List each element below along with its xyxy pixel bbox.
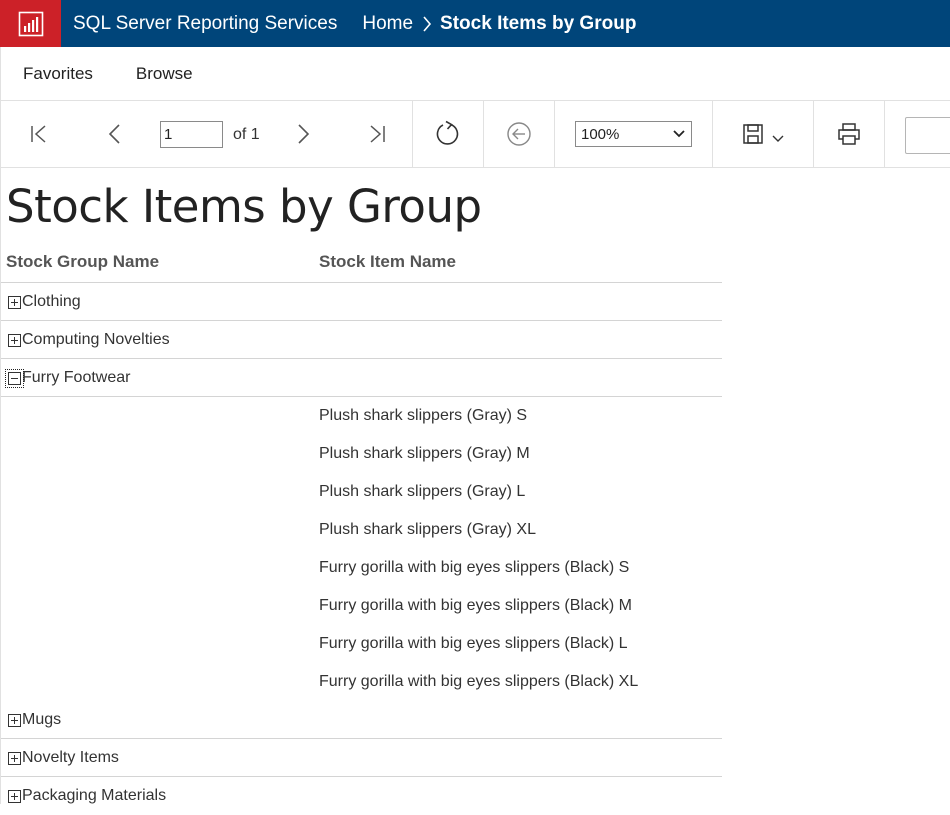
group-cell: Packaging Materials (8, 777, 166, 815)
list-item: Plush shark slippers (Gray) M (319, 445, 530, 462)
refresh-icon (436, 120, 459, 145)
breadcrumb-current: Stock Items by Group (440, 12, 637, 34)
report-title: Stock Items by Group (6, 180, 482, 233)
back-to-parent-button[interactable] (503, 101, 535, 167)
nav-favorites[interactable]: Favorites (23, 64, 93, 84)
breadcrumb: Home Stock Items by Group (362, 13, 636, 35)
find-text-input[interactable] (905, 117, 950, 154)
table-row: Computing Novelties (1, 321, 722, 359)
group-cell: Computing Novelties (8, 321, 170, 359)
next-page-button[interactable] (287, 101, 319, 167)
list-item: Furry gorilla with big eyes slippers (Bl… (319, 597, 632, 614)
zoom-select[interactable]: 100% (575, 121, 692, 147)
table-row: Novelty Items (1, 739, 722, 777)
first-page-button[interactable] (23, 101, 55, 167)
list-item: Furry gorilla with big eyes slippers (Bl… (319, 635, 628, 652)
group-name: Packaging Materials (22, 787, 167, 804)
chevron-right-icon (298, 124, 310, 144)
chevron-left-icon (108, 124, 120, 144)
list-item: Plush shark slippers (Gray) L (319, 483, 526, 500)
toolbar-divider (813, 101, 814, 167)
table-row: Furry Footwear (1, 359, 722, 397)
breadcrumb-home-link[interactable]: Home (362, 13, 413, 35)
toolbar-divider (884, 101, 885, 167)
toolbar-divider (554, 101, 555, 167)
last-page-button[interactable] (361, 101, 393, 167)
toolbar-divider (412, 101, 413, 167)
chevron-right-icon (422, 14, 432, 34)
print-icon (838, 123, 860, 145)
toolbar-divider (483, 101, 484, 167)
expand-icon[interactable] (8, 751, 21, 765)
expand-icon[interactable] (8, 333, 21, 347)
export-button[interactable] (736, 101, 790, 167)
group-cell: Novelty Items (8, 739, 119, 777)
header-row (1, 245, 722, 283)
list-item: Furry gorilla with big eyes slippers (Bl… (319, 673, 639, 690)
first-page-icon (31, 125, 46, 143)
chevron-down-icon (673, 130, 685, 138)
expand-icon[interactable] (8, 789, 21, 803)
table-row: Clothing (1, 283, 722, 321)
chevron-down-icon (772, 135, 784, 142)
list-item: Furry gorilla with big eyes slippers (Bl… (319, 559, 630, 576)
group-name: Mugs (22, 711, 62, 728)
refresh-button[interactable] (431, 101, 465, 167)
last-page-icon (370, 125, 385, 143)
zoom-value: 100% (581, 125, 620, 143)
report-body: Stock Items by Group Stock Group Name St… (0, 168, 950, 804)
list-item: Plush shark slippers (Gray) S (319, 407, 528, 424)
page-number-input[interactable] (160, 121, 223, 148)
nav-browse[interactable]: Browse (136, 64, 193, 84)
group-cell: Mugs (8, 701, 61, 739)
table-row: Mugs (1, 701, 722, 739)
toolbar-divider (712, 101, 713, 167)
group-name: Clothing (22, 293, 81, 310)
report-toolbar: of 1 100% (0, 101, 950, 168)
print-button[interactable] (833, 101, 865, 167)
group-name: Furry Footwear (22, 369, 131, 386)
group-name: Computing Novelties (22, 331, 170, 348)
table-row: Packaging Materials (1, 777, 722, 815)
previous-page-button[interactable] (99, 101, 131, 167)
save-icon (743, 124, 763, 144)
expand-icon[interactable] (8, 713, 21, 727)
group-name: Novelty Items (22, 749, 119, 766)
list-item: Plush shark slippers (Gray) XL (319, 521, 536, 538)
page-count-label: of 1 (233, 126, 260, 143)
collapse-icon[interactable] (5, 368, 24, 388)
expand-icon[interactable] (8, 295, 21, 309)
ssrs-logo-icon[interactable] (0, 0, 61, 47)
top-bar: SQL Server Reporting Services Home Stock… (0, 0, 950, 47)
expanded-items-block: Plush shark slippers (Gray) S Plush shar… (1, 397, 722, 701)
app-title[interactable]: SQL Server Reporting Services (73, 13, 337, 35)
back-arrow-icon (507, 122, 531, 146)
group-cell: Clothing (8, 283, 81, 321)
group-cell: Furry Footwear (5, 359, 131, 397)
nav-bar: Favorites Browse (0, 47, 950, 101)
